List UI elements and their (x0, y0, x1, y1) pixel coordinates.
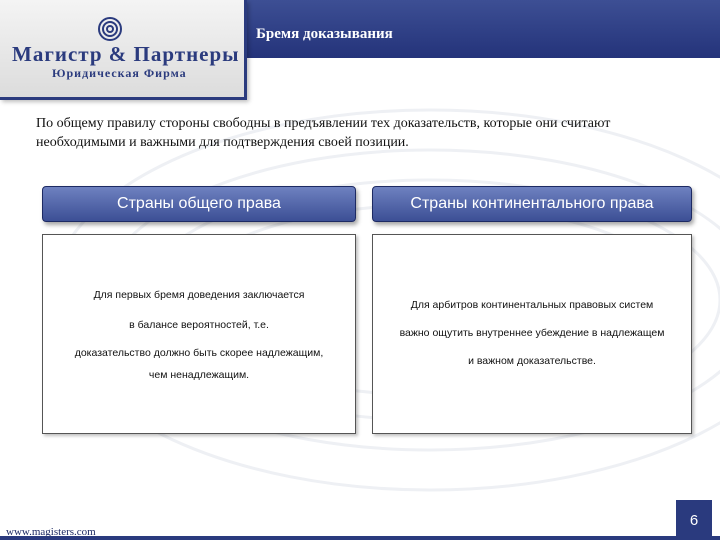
column-header-continental-law: Страны континентального права (372, 186, 692, 222)
column-box-continental-law: Для арбитров континентальных правовых си… (372, 234, 692, 434)
column-text-line: доказательство должно быть скорее надлеж… (74, 347, 324, 359)
logo-panel: Магистр & Партнеры Юридическая Фирма (0, 0, 247, 100)
column-text-line: Для первых бремя доведения заключается (93, 289, 305, 301)
column-text-line: и важном доказательстве. (468, 355, 596, 367)
column-text-line: Для арбитров континентальных правовых си… (410, 299, 654, 311)
slide-title: Бремя доказывания (256, 26, 393, 42)
intro-paragraph: По общему правилу стороны свободны в пре… (36, 116, 611, 150)
column-text-line: чем ненадлежащим. (148, 369, 250, 381)
footer-bar (0, 536, 720, 540)
spiral-logo-icon (98, 17, 122, 41)
logo-company-name: Магистр & Партнеры (12, 42, 240, 66)
page-number: 6 (676, 500, 712, 540)
column-text-line: важно ощутить внутреннее убеждение в над… (399, 327, 665, 339)
column-text-line: в балансе вероятностей, т.е. (129, 319, 269, 331)
logo-subtitle: Юридическая Фирма (52, 66, 187, 80)
column-header-common-law: Страны общего права (42, 186, 356, 222)
column-box-common-law: Для первых бремя доведения заключается в… (42, 234, 356, 434)
